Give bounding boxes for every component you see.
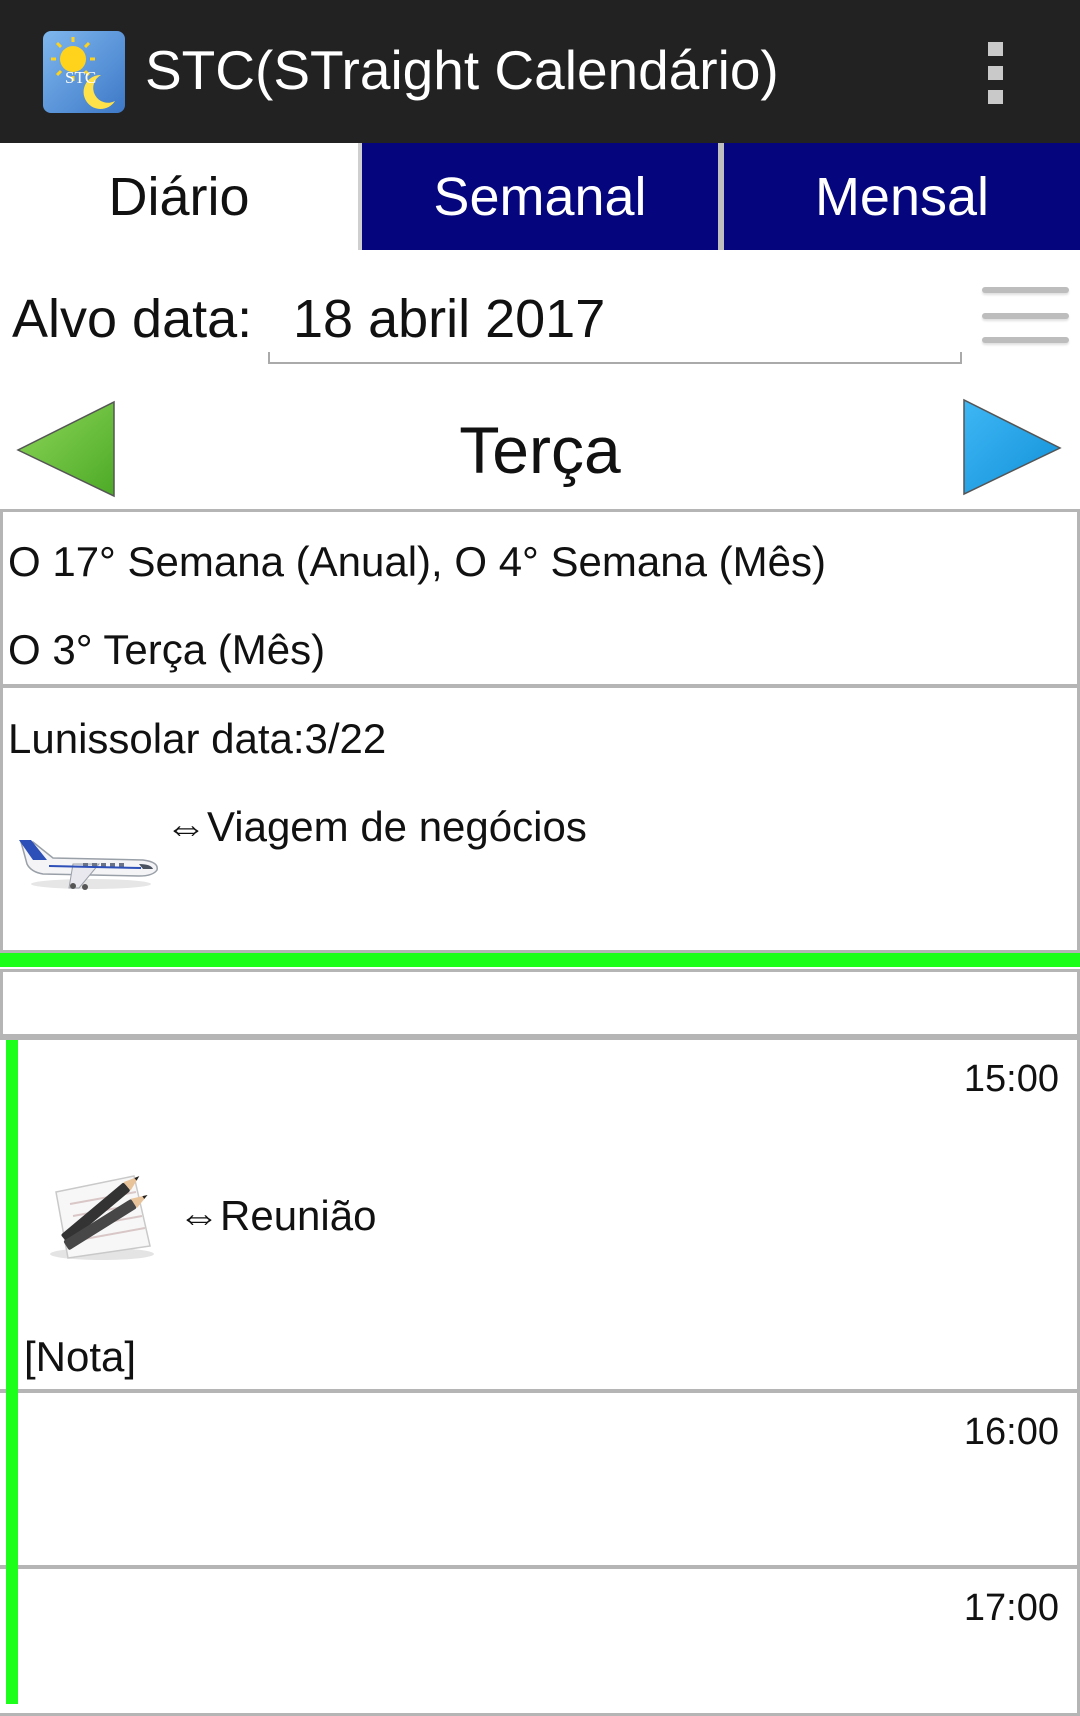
previous-day-icon[interactable] (16, 400, 116, 498)
all-day-row[interactable] (0, 969, 1080, 1037)
app-logo-text: STC (65, 68, 96, 87)
airplane-icon (13, 824, 163, 894)
next-day-icon[interactable] (962, 398, 1062, 496)
app-title: STC(STraight Calendário) (145, 39, 779, 101)
note-label: [Nota] (24, 1333, 137, 1380)
event-title: ⇔Reunião (178, 1192, 377, 1239)
slot-time: 17:00 (963, 1587, 1059, 1629)
tab-divider (718, 143, 724, 250)
time-slot[interactable]: 17:00 (0, 1566, 1080, 1716)
hamburger-icon[interactable] (982, 287, 1069, 349)
time-slot[interactable]: 15:00 ⇔Reunião [Nota] (0, 1037, 1080, 1392)
lunisolar-date: Lunissolar data:3/22 (8, 715, 387, 762)
slot-time: 15:00 (963, 1058, 1059, 1100)
weekday-title: Terça (459, 413, 621, 487)
week-info-box: O 17° Semana (Anual), O 4° Semana (Mês) … (0, 509, 1080, 687)
pencil-note-icon (38, 1154, 158, 1264)
tab-monthly[interactable]: Mensal (724, 143, 1080, 250)
tab-daily[interactable]: Diário (0, 143, 358, 250)
week-info-line: O 17° Semana (Anual), O 4° Semana (Mês) (8, 538, 826, 585)
app-logo-icon: STC (43, 31, 125, 113)
slot-time: 16:00 (963, 1411, 1059, 1453)
target-date-value[interactable]: 18 abril 2017 (293, 288, 605, 350)
tab-divider (358, 143, 362, 250)
overflow-menu-icon[interactable] (985, 42, 1005, 104)
time-slot[interactable]: 16:00 (0, 1390, 1080, 1568)
tab-weekly[interactable]: Semanal (362, 143, 718, 250)
target-date-label: Alvo data: (12, 289, 253, 349)
tab-bar: Diário Semanal Mensal (0, 143, 1080, 250)
lunar-event-box[interactable]: Lunissolar data:3/22 ⇔Viagem de negócios (0, 685, 1080, 953)
date-field-underline (268, 352, 962, 364)
event-title: ⇔Viagem de negócios (165, 803, 587, 850)
selected-day-indicator (6, 1040, 18, 1704)
current-day-highlight (0, 953, 1080, 967)
week-info-line: O 3° Terça (Mês) (8, 626, 326, 673)
